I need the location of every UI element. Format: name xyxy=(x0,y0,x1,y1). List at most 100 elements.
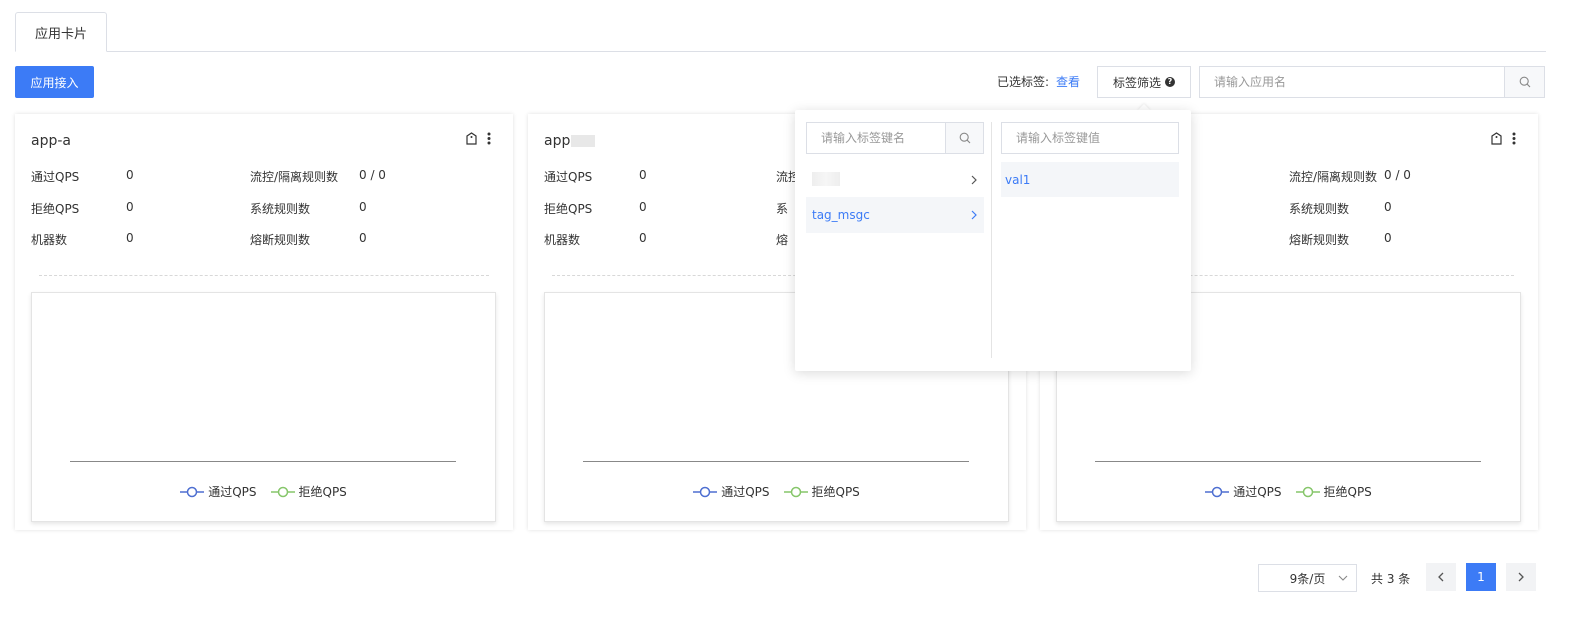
app-access-button[interactable]: 应用接入 xyxy=(15,66,94,98)
metric-value: 0 / 0 xyxy=(1384,168,1411,182)
page-number-current[interactable]: 1 xyxy=(1466,563,1496,591)
chart-legend: 通过QPS 拒绝QPS xyxy=(1057,483,1520,500)
chart-x-axis xyxy=(583,461,969,462)
metric-label: 系统规则数 xyxy=(250,202,311,216)
divider xyxy=(39,275,489,276)
legend-pass-qps[interactable]: 通过QPS xyxy=(180,483,257,500)
metric-value: 0 xyxy=(126,200,134,214)
redacted-mask xyxy=(812,171,840,186)
chart-legend: 通过QPS 拒绝QPS xyxy=(32,483,495,500)
metric-label: 系统规则数 xyxy=(1289,202,1350,216)
page-size-select[interactable]: 9条/页 xyxy=(1258,564,1357,592)
metric-label: 拒绝QPS xyxy=(544,202,593,216)
legend-pass-qps[interactable]: 通过QPS xyxy=(693,483,770,500)
metric-label: 拒绝QPS xyxy=(31,202,80,216)
metric-value: 0 xyxy=(639,231,647,245)
legend-reject-qps[interactable]: 拒绝QPS xyxy=(270,483,347,500)
tag-key-search-box xyxy=(806,122,984,154)
tag-value-label: val1 xyxy=(1005,172,1031,187)
popover-divider xyxy=(991,122,992,358)
legend-label: 拒绝QPS xyxy=(298,485,347,499)
metric-value: 0 xyxy=(1384,200,1392,214)
page-size-value: 9条/页 xyxy=(1289,571,1326,586)
metric-label: 通过QPS xyxy=(544,170,593,184)
metric-value: 0 xyxy=(126,168,134,182)
metric-label: 机器数 xyxy=(31,233,68,247)
tag-key-item[interactable]: tag_msgc xyxy=(806,197,984,233)
metric-label: 流控/隔离规则数 xyxy=(1289,170,1378,184)
chart-x-axis xyxy=(1095,461,1481,462)
tag-filter-popover: tag_msgc val1 xyxy=(795,110,1191,371)
more-vertical-icon[interactable] xyxy=(1512,132,1516,145)
total-count: 共 3 条 xyxy=(1371,572,1411,586)
metric-label: 流控/隔离规则数 xyxy=(250,170,339,184)
app-search-input[interactable] xyxy=(1200,67,1504,97)
chevron-left-icon xyxy=(1438,572,1444,582)
app-search-box xyxy=(1199,66,1545,98)
legend-line-marker-icon xyxy=(1205,486,1230,497)
redacted-mask xyxy=(571,135,596,147)
legend-pass-qps[interactable]: 通过QPS xyxy=(1205,483,1282,500)
tag-key-label: tag_msgc xyxy=(812,208,870,222)
tag-value-item[interactable]: val1 xyxy=(1001,162,1179,197)
tab-label: 应用卡片 xyxy=(34,26,87,42)
selected-tags-label: 已选标签: xyxy=(997,75,1050,89)
legend-label: 通过QPS xyxy=(721,485,770,499)
legend-label: 拒绝QPS xyxy=(1323,485,1372,499)
metric-value: 0 xyxy=(639,200,647,214)
question-circle-icon: ? xyxy=(1165,77,1175,87)
metric-value: 0 xyxy=(126,231,134,245)
card-title[interactable]: app-a xyxy=(31,133,71,149)
tag-icon[interactable] xyxy=(1491,132,1502,145)
metric-value: 0 / 0 xyxy=(359,168,386,182)
app-card: app-a 通过QPS 0 流控/隔离规则数 0 / 0 拒绝QPS 0 系统规… xyxy=(15,114,513,530)
metric-value: 0 xyxy=(359,231,367,245)
legend-line-marker-icon xyxy=(1295,486,1320,497)
tag-value-search-input[interactable] xyxy=(1002,123,1178,153)
chevron-down-icon xyxy=(1338,575,1348,581)
metric-label: 熔 xyxy=(776,233,789,247)
legend-reject-qps[interactable]: 拒绝QPS xyxy=(783,483,860,500)
search-icon xyxy=(959,132,970,144)
metric-label: 熔断规则数 xyxy=(250,233,311,247)
chart-x-axis xyxy=(70,461,456,462)
legend-label: 通过QPS xyxy=(1233,485,1282,499)
tag-icon[interactable] xyxy=(466,132,477,145)
tag-key-item[interactable] xyxy=(806,162,984,198)
next-page-button[interactable] xyxy=(1506,563,1536,591)
tag-filter-button[interactable]: 标签筛选 ? xyxy=(1097,66,1191,98)
tag-key-search-input[interactable] xyxy=(807,123,945,153)
chevron-right-icon xyxy=(1518,572,1524,582)
legend-label: 拒绝QPS xyxy=(811,485,860,499)
tab-bar: 应用卡片 xyxy=(15,12,1546,52)
view-selected-tags-link[interactable]: 查看 xyxy=(1056,73,1080,90)
legend-line-marker-icon xyxy=(270,486,295,497)
search-icon xyxy=(1519,76,1530,88)
more-vertical-icon[interactable] xyxy=(487,132,491,145)
qps-chart: 通过QPS 拒绝QPS xyxy=(31,292,496,522)
tab-app-cards[interactable]: 应用卡片 xyxy=(15,12,107,52)
tag-key-search-button[interactable] xyxy=(945,123,983,153)
metric-value: 0 xyxy=(639,168,647,182)
chevron-right-icon xyxy=(971,175,977,185)
legend-line-marker-icon xyxy=(180,486,205,497)
legend-reject-qps[interactable]: 拒绝QPS xyxy=(1295,483,1372,500)
metric-label: 机器数 xyxy=(544,233,581,247)
chevron-right-icon xyxy=(971,210,977,220)
app-access-button-label: 应用接入 xyxy=(30,75,79,90)
legend-line-marker-icon xyxy=(783,486,808,497)
metric-label: 通过QPS xyxy=(31,170,80,184)
legend-label: 通过QPS xyxy=(208,485,257,499)
metric-label: 系 xyxy=(776,202,789,216)
prev-page-button[interactable] xyxy=(1426,563,1456,591)
tag-value-search-box xyxy=(1001,122,1179,154)
app-search-button[interactable] xyxy=(1504,67,1544,97)
card-title-text: app-a xyxy=(31,133,71,149)
metric-value: 0 xyxy=(1384,231,1392,245)
tag-filter-label: 标签筛选 xyxy=(1112,75,1161,90)
card-title[interactable]: app xyxy=(544,133,596,149)
metric-label: 熔断规则数 xyxy=(1289,233,1350,247)
page-number-label: 1 xyxy=(1477,570,1485,584)
legend-line-marker-icon xyxy=(693,486,718,497)
metric-value: 0 xyxy=(359,200,367,214)
